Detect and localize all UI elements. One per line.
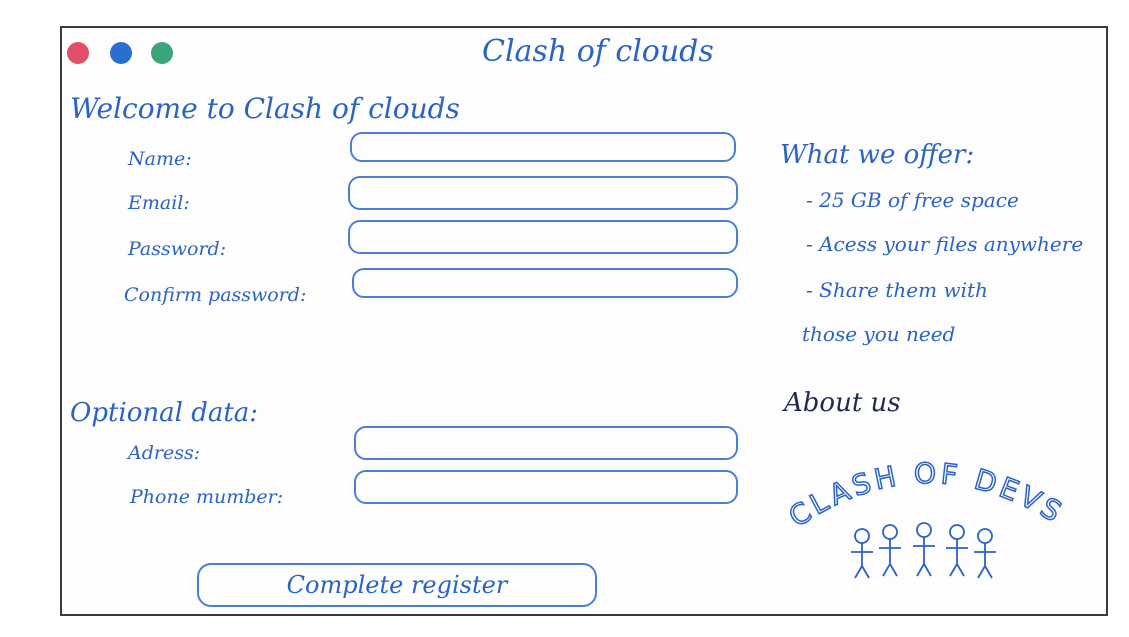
close-window-icon[interactable]	[67, 42, 89, 64]
name-field[interactable]	[350, 132, 736, 162]
complete-register-button[interactable]: Complete register	[197, 563, 597, 607]
email-field[interactable]	[348, 176, 738, 210]
phone-number-field[interactable]	[354, 470, 738, 504]
address-field[interactable]	[354, 426, 738, 460]
offer-item-share-cont: those you need	[802, 322, 956, 346]
email-label: Email:	[128, 192, 190, 214]
page-title: Welcome to Clash of clouds	[70, 92, 460, 125]
confirm-password-field[interactable]	[352, 268, 738, 298]
offer-item-space: - 25 GB of free space	[806, 188, 1019, 212]
clash-of-devs-logo: CLASH OF DEVS	[782, 456, 1070, 579]
phone-number-label: Phone mumber:	[130, 486, 284, 508]
stick-figures-icon	[851, 522, 996, 579]
password-field[interactable]	[348, 220, 738, 254]
offer-item-share: - Share them with	[806, 278, 988, 302]
offer-item-access: - Acess your files anywhere	[806, 232, 1084, 256]
optional-data-heading: Optional data:	[70, 398, 259, 428]
name-label: Name:	[128, 148, 192, 170]
minimize-window-icon[interactable]	[110, 42, 132, 64]
address-label: Adress:	[128, 442, 201, 464]
logo-text: CLASH OF DEVS	[782, 456, 1067, 534]
app-window: Clash of clouds Welcome to Clash of clou…	[60, 26, 1108, 616]
confirm-password-label: Confirm password:	[124, 284, 307, 306]
window-title: Clash of clouds	[482, 34, 714, 69]
password-label: Password:	[128, 238, 227, 260]
offer-heading: What we offer:	[780, 140, 975, 170]
svg-text:CLASH OF DEVS: CLASH OF DEVS	[783, 457, 1070, 534]
maximize-window-icon[interactable]	[151, 42, 173, 64]
about-us-link[interactable]: About us	[784, 388, 901, 418]
